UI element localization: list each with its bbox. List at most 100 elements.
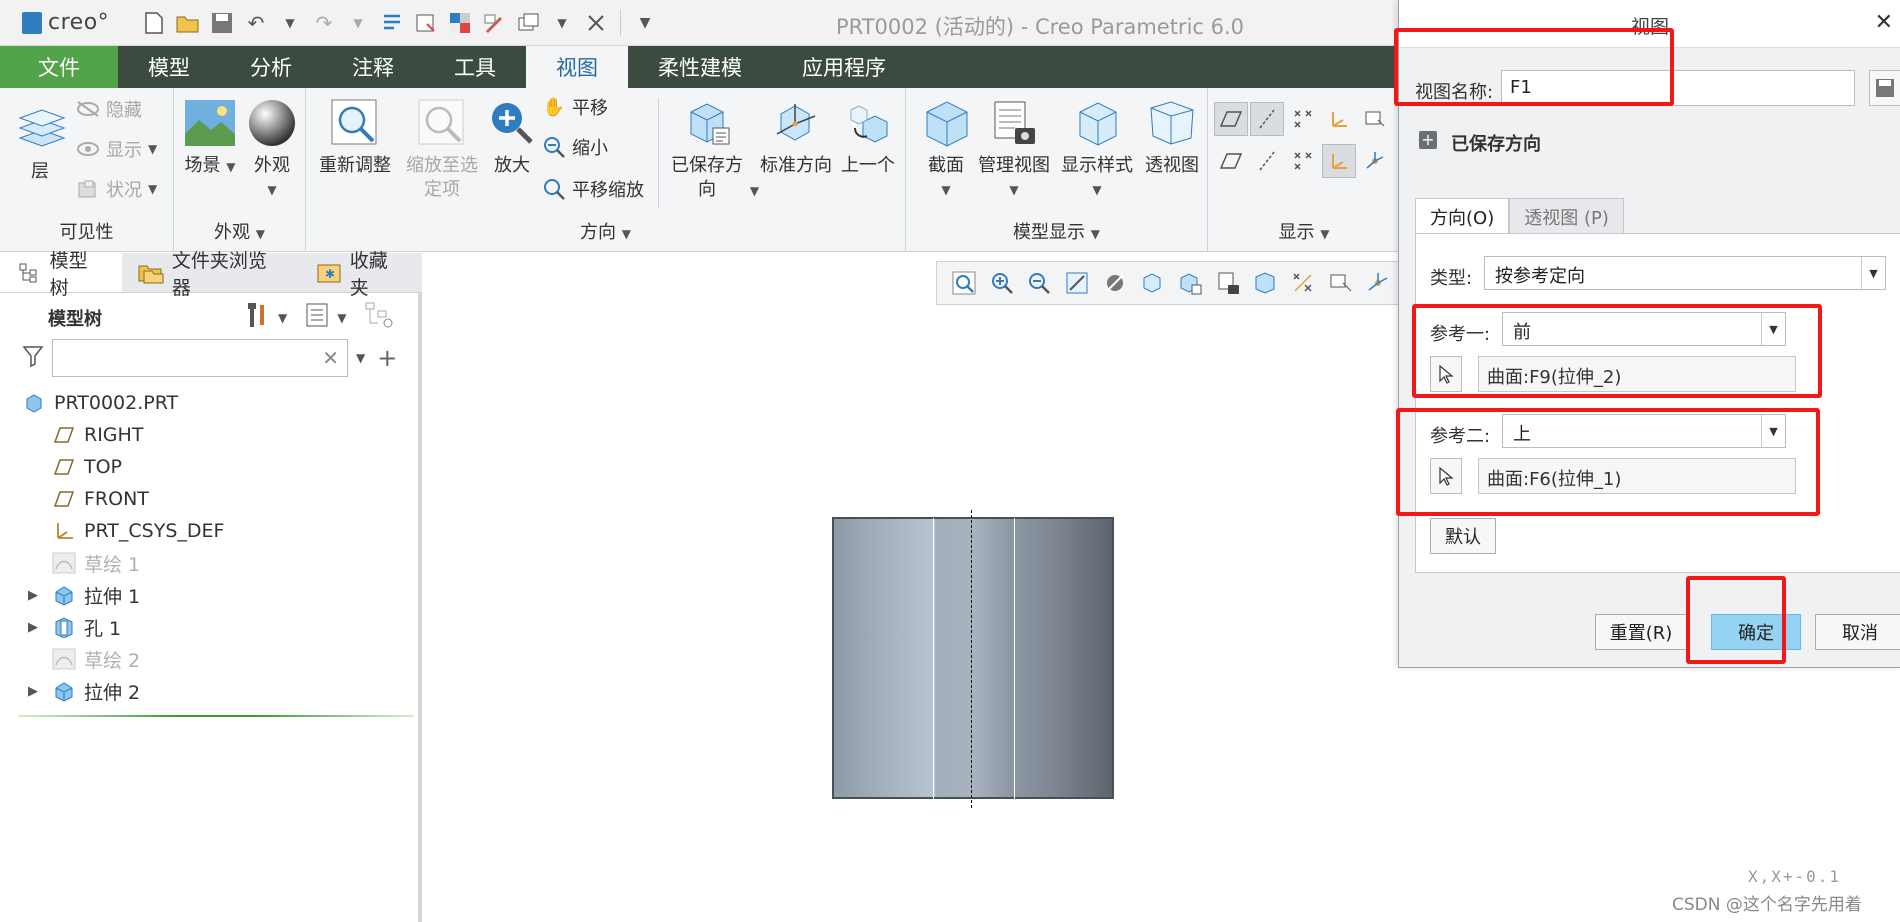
zoom-in-button[interactable]: 放大: [484, 96, 540, 178]
customize-qat-icon[interactable]: ▼: [631, 9, 659, 37]
standard-orientation-button[interactable]: 标准方向: [756, 96, 836, 178]
scene-button[interactable]: 场景 ▼: [180, 96, 240, 179]
tree-node-hole-1[interactable]: ▶ 孔 1: [0, 611, 420, 643]
tree-filter-display-icon[interactable]: [364, 301, 394, 334]
tree-settings-dropdown-icon[interactable]: ▼: [278, 311, 287, 325]
default-button[interactable]: 默认: [1430, 518, 1496, 554]
tab-model[interactable]: 模型: [118, 46, 220, 88]
reset-button[interactable]: 重置(R): [1595, 614, 1687, 650]
expand-arrow-icon[interactable]: ▶: [28, 620, 42, 635]
clear-search-icon[interactable]: ✕: [322, 346, 339, 370]
status-button[interactable]: 状况 ▼: [76, 176, 157, 202]
datum-display-filter-icon[interactable]: [1286, 266, 1320, 300]
csys-tag-icon[interactable]: [1322, 144, 1356, 178]
tree-node-extrude-1[interactable]: ▶ 拉伸 1: [0, 579, 420, 611]
point-tag-icon[interactable]: [1286, 144, 1320, 178]
new-icon[interactable]: [140, 9, 168, 37]
section-button[interactable]: 截面 ▼: [916, 96, 976, 202]
refit-button[interactable]: 重新调整: [316, 96, 394, 178]
tree-columns-icon[interactable]: [305, 302, 329, 333]
display-settings-icon[interactable]: [480, 9, 508, 37]
spin-center-icon[interactable]: [1361, 266, 1395, 300]
search-dropdown-icon[interactable]: ▼: [356, 351, 365, 365]
windows-icon[interactable]: [446, 9, 474, 37]
appearance-button[interactable]: 外观 ▼: [244, 96, 300, 202]
tab-file[interactable]: 文件: [0, 46, 118, 88]
type-select[interactable]: 按参考定向 ▼: [1484, 256, 1886, 290]
tree-node-part[interactable]: PRT0002.PRT: [0, 387, 420, 419]
redo-dropdown-icon[interactable]: ▼: [344, 9, 372, 37]
pan-button[interactable]: ✋ 平移: [542, 94, 608, 120]
close-icon[interactable]: ✕: [1875, 10, 1893, 35]
axis-tag-icon[interactable]: [1250, 144, 1284, 178]
expand-arrow-icon[interactable]: ▶: [28, 684, 42, 699]
open-icon[interactable]: [174, 9, 202, 37]
filter-icon[interactable]: [22, 344, 44, 373]
annotation-display-icon[interactable]: [1324, 266, 1358, 300]
switch-windows-icon[interactable]: [514, 9, 542, 37]
tree-node-sketch-1[interactable]: 草绘 1: [0, 547, 420, 579]
save-icon[interactable]: [208, 9, 236, 37]
undo-icon[interactable]: ↶: [242, 9, 270, 37]
csys-display-icon[interactable]: [1322, 102, 1356, 136]
saved-orientations-button[interactable]: 已保存方向 ▼: [668, 96, 759, 203]
tree-node-front[interactable]: FRONT: [0, 483, 420, 515]
tab-folder-browser[interactable]: 文件夹浏览器: [122, 250, 300, 299]
tab-analysis[interactable]: 分析: [220, 46, 322, 88]
undo-dropdown-icon[interactable]: ▼: [276, 9, 304, 37]
axis-display-icon[interactable]: [1250, 102, 1284, 136]
tree-node-sketch-2[interactable]: 草绘 2: [0, 643, 420, 675]
plane-tag-icon[interactable]: [1214, 144, 1248, 178]
cancel-button[interactable]: 取消: [1815, 614, 1900, 650]
display-style-icon[interactable]: [1135, 266, 1169, 300]
spin-center-icon[interactable]: [1358, 144, 1392, 178]
hide-button[interactable]: 隐藏: [76, 96, 142, 122]
tab-favorites[interactable]: ✱ 收藏夹: [300, 250, 422, 299]
tab-perspective[interactable]: 透视图 (P): [1509, 198, 1624, 234]
tab-model-tree[interactable]: 模型树: [0, 250, 122, 299]
previous-button[interactable]: 上一个: [836, 96, 900, 178]
section-view-icon[interactable]: [1248, 266, 1282, 300]
tab-flexible-modeling[interactable]: 柔性建模: [628, 46, 772, 88]
tree-node-right[interactable]: RIGHT: [0, 419, 420, 451]
pan-zoom-button[interactable]: 平移缩放: [542, 176, 644, 202]
tree-node-extrude-2[interactable]: ▶ 拉伸 2: [0, 675, 420, 707]
saved-orientations-section[interactable]: 已保存方向: [1451, 130, 1541, 156]
zoom-to-selected-button[interactable]: 缩放至选定项: [402, 96, 482, 202]
expand-saved-orientations-icon[interactable]: +: [1419, 131, 1437, 149]
tab-tools[interactable]: 工具: [424, 46, 526, 88]
refit-icon[interactable]: [947, 266, 981, 300]
tree-node-top[interactable]: TOP: [0, 451, 420, 483]
perspective-view-icon[interactable]: [1098, 266, 1132, 300]
point-display-icon[interactable]: [1286, 102, 1320, 136]
view-manager-icon[interactable]: [1211, 266, 1245, 300]
close-icon[interactable]: [582, 9, 610, 37]
tree-node-csys[interactable]: PRT_CSYS_DEF: [0, 515, 420, 547]
zoom-out-icon[interactable]: [1022, 266, 1056, 300]
regen-manager-icon[interactable]: [412, 9, 440, 37]
insert-here-indicator[interactable]: [18, 715, 414, 717]
graphics-window[interactable]: X,X+-0.1: [426, 253, 1839, 922]
tree-search-input[interactable]: [53, 340, 347, 376]
plane-display-icon[interactable]: [1214, 102, 1248, 136]
regenerate-icon[interactable]: [378, 9, 406, 37]
zoom-in-icon[interactable]: [985, 266, 1019, 300]
tab-annotate[interactable]: 注释: [322, 46, 424, 88]
zoom-out-button[interactable]: 缩小: [542, 134, 608, 160]
repaint-icon[interactable]: [1060, 266, 1094, 300]
saved-orientations-icon[interactable]: [1173, 266, 1207, 300]
redo-icon[interactable]: ↷: [310, 9, 338, 37]
layer-button[interactable]: 层: [14, 102, 66, 184]
add-filter-icon[interactable]: +: [377, 344, 397, 372]
manage-views-button[interactable]: 管理视图 ▼: [974, 96, 1054, 202]
tab-applications[interactable]: 应用程序: [772, 46, 916, 88]
tab-orientation[interactable]: 方向(O): [1415, 198, 1510, 234]
tab-view[interactable]: 视图: [526, 46, 628, 88]
perspective-button[interactable]: 透视图: [1142, 96, 1202, 178]
windows-dropdown-icon[interactable]: ▼: [548, 9, 576, 37]
show-button[interactable]: 显示 ▼: [76, 136, 157, 162]
expand-arrow-icon[interactable]: ▶: [28, 588, 42, 603]
tree-settings-icon[interactable]: [244, 301, 270, 334]
part-model-front-view[interactable]: [832, 517, 1114, 800]
annotation-display-icon[interactable]: [1358, 102, 1392, 136]
